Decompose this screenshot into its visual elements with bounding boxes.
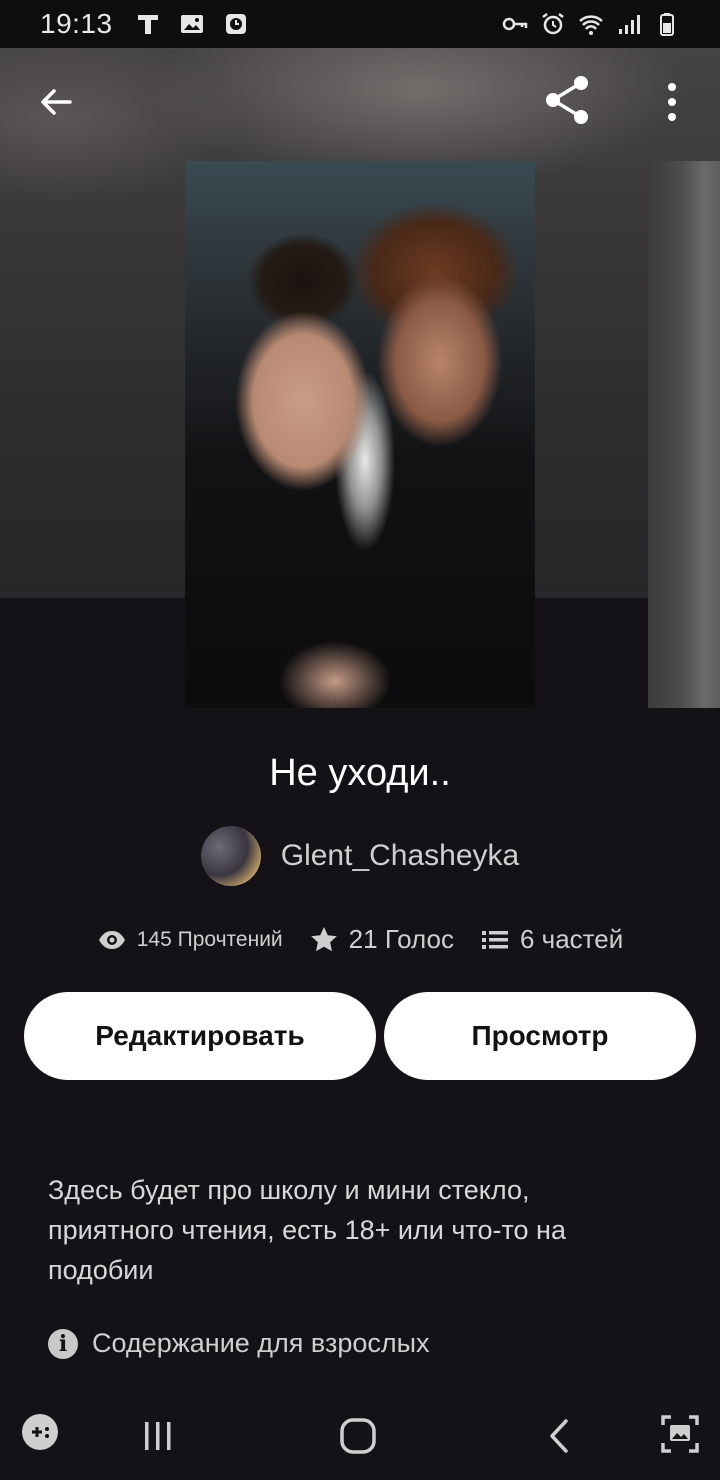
signal-icon xyxy=(616,11,642,37)
screenshot-icon xyxy=(661,1415,699,1453)
home-icon xyxy=(340,1418,376,1454)
status-bar: 19:13 xyxy=(0,0,720,48)
wifi-icon xyxy=(578,11,604,37)
t-icon xyxy=(135,11,161,37)
author-name[interactable]: Glent_Chasheyka xyxy=(281,839,519,873)
recent-apps-button[interactable] xyxy=(130,1412,186,1460)
screenshot-button[interactable] xyxy=(656,1410,704,1458)
votes-count: 21 Голос xyxy=(348,924,454,954)
back-icon xyxy=(550,1419,568,1453)
info-icon: i xyxy=(48,1328,78,1359)
mature-content-notice: i Содержание для взрослых xyxy=(48,1328,430,1359)
reads-stat: 145 Прочтений xyxy=(97,925,283,955)
author-avatar[interactable] xyxy=(200,826,261,886)
eye-icon xyxy=(97,925,127,955)
share-button[interactable] xyxy=(536,68,600,132)
app-bar xyxy=(0,48,720,160)
key-icon xyxy=(502,11,528,37)
game-launcher-button[interactable] xyxy=(18,1410,62,1454)
alarm-icon xyxy=(540,11,566,37)
more-vertical-icon xyxy=(668,83,676,121)
next-story-cover[interactable] xyxy=(648,161,720,708)
status-time: 19:13 xyxy=(40,8,113,39)
recent-apps-icon xyxy=(145,1422,171,1450)
reads-count: 145 Прочтений xyxy=(136,927,283,951)
story-title: Не уходи.. xyxy=(269,752,451,794)
votes-stat: 21 Голос xyxy=(309,924,454,955)
list-icon xyxy=(480,925,510,955)
back-button[interactable] xyxy=(26,72,86,132)
story-cover[interactable] xyxy=(185,161,535,708)
parts-count: 6 частей xyxy=(519,924,624,954)
story-stats: 145 Прочтений 21 Голос 6 частей xyxy=(0,924,720,955)
system-nav-bar xyxy=(0,1392,720,1480)
view-button[interactable]: Просмотр xyxy=(384,992,696,1080)
game-launcher-icon xyxy=(22,1414,58,1450)
story-description: Здесь будет про школу и мини стекло, при… xyxy=(48,1175,566,1285)
battery-icon xyxy=(654,11,680,37)
more-options-button[interactable] xyxy=(646,72,698,132)
arrow-left-icon xyxy=(41,89,72,115)
image-icon xyxy=(179,11,205,37)
author-row[interactable]: Glent_Chasheyka xyxy=(0,826,720,886)
star-icon xyxy=(309,925,339,955)
nav-back-button[interactable] xyxy=(538,1412,582,1460)
share-icon xyxy=(546,76,588,124)
edit-button[interactable]: Редактировать xyxy=(24,992,376,1080)
home-button[interactable] xyxy=(332,1412,384,1460)
parts-stat: 6 частей xyxy=(480,924,623,955)
clock-app-icon xyxy=(223,11,249,37)
mature-content-label: Содержание для взрослых xyxy=(92,1328,430,1358)
